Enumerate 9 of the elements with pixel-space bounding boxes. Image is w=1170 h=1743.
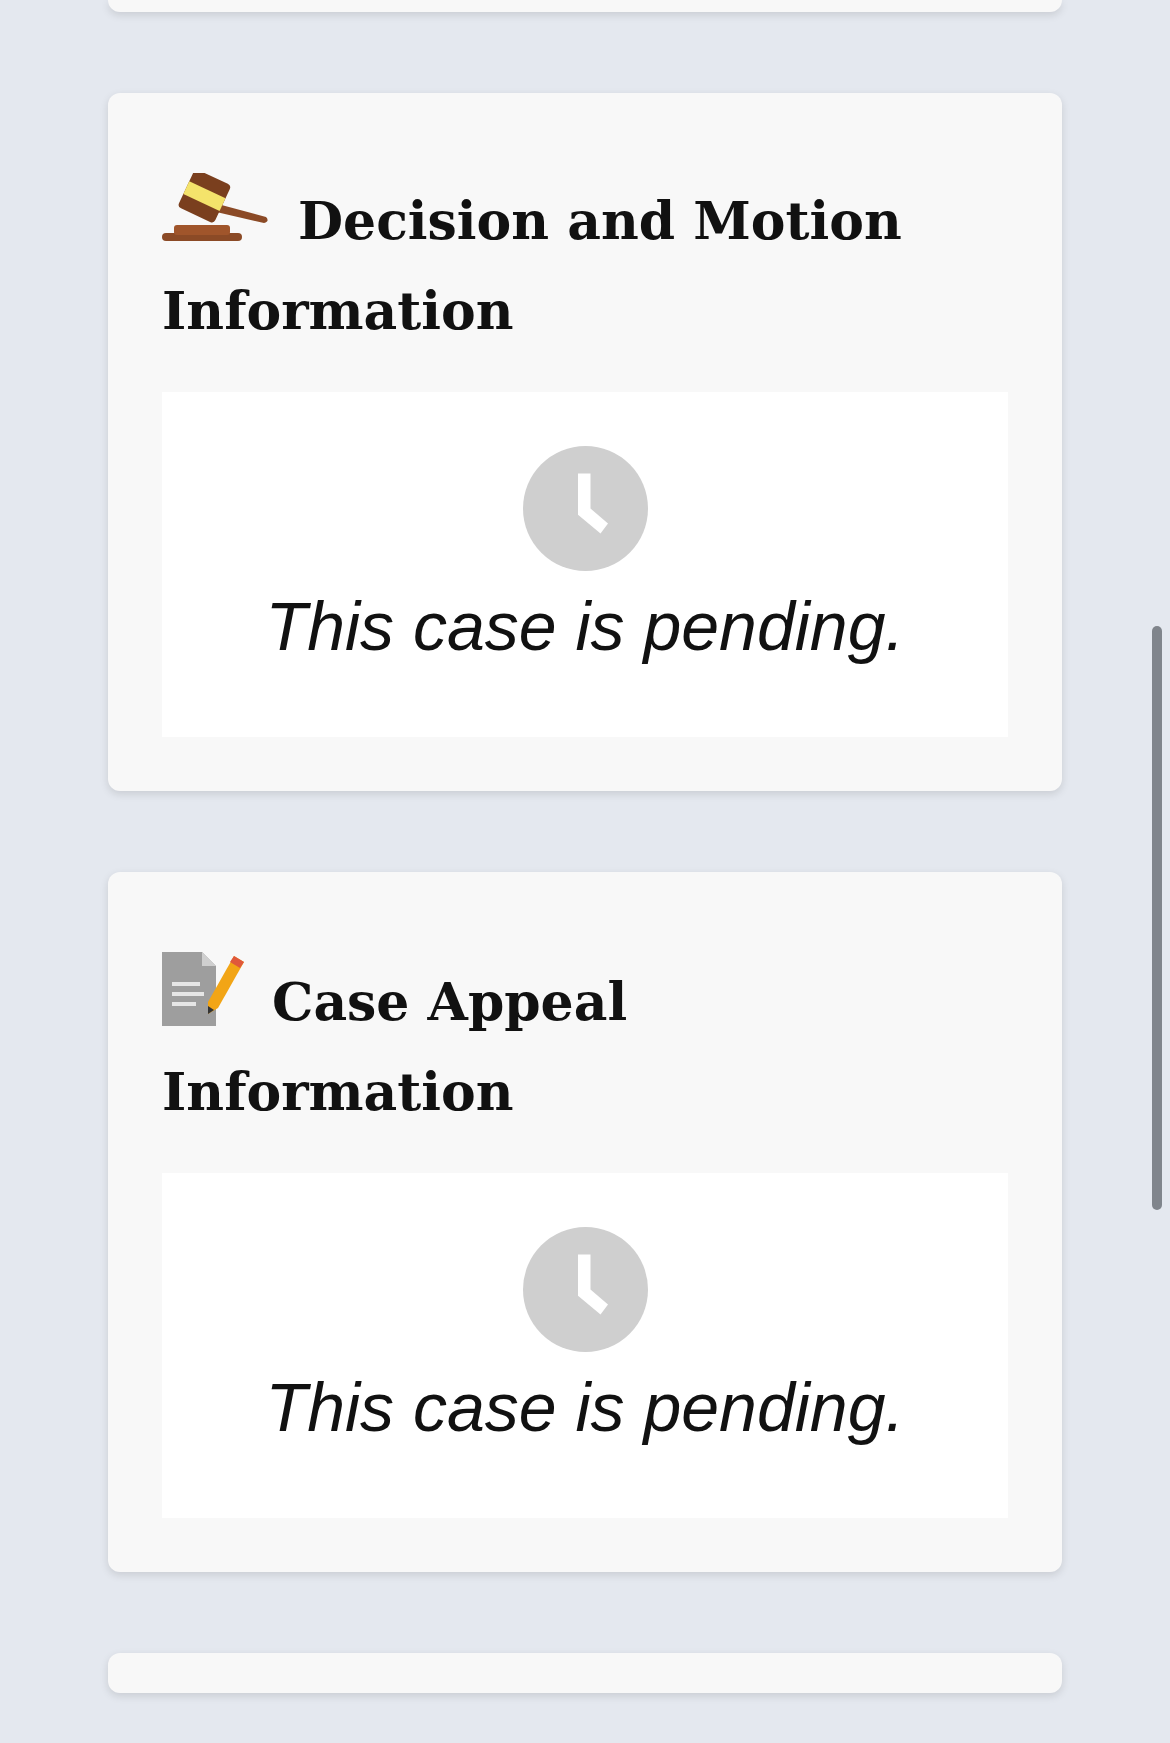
- section-title: Case Appeal: [272, 971, 628, 1032]
- section-title: Information: [162, 1060, 514, 1124]
- section-title: Information: [162, 279, 514, 343]
- clock-icon: [522, 446, 648, 571]
- pending-message: This case is pending.: [265, 1368, 905, 1446]
- pending-message: This case is pending.: [265, 587, 905, 665]
- section-title: Decision and Motion: [298, 190, 902, 251]
- clock-icon: [522, 1227, 648, 1352]
- document-pencil-icon: [162, 952, 246, 1026]
